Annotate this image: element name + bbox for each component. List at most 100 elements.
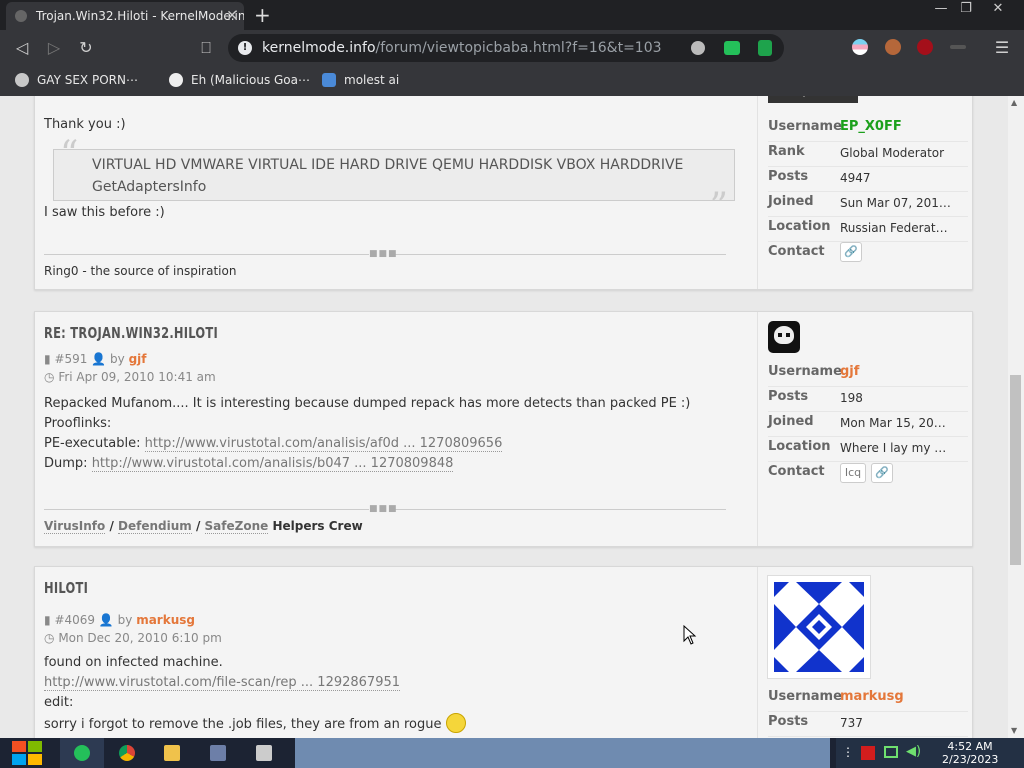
extension-grey-icon[interactable] xyxy=(950,45,966,49)
bookmarks-bar: GAY SEX PORN⋯ Eh (Malicious Goa⋯ molest … xyxy=(0,66,1024,96)
forum-post: HILOTI ▮ #4069 👤 by markusg ◷ Mon Dec 20… xyxy=(34,566,973,738)
bookmark-favicon-icon xyxy=(15,73,29,87)
forward-icon[interactable]: ▷ xyxy=(43,38,65,57)
post-date: ◷ Mon Dec 20, 2010 6:10 pm xyxy=(44,631,222,645)
post-content: found on infected machine. http://www.vi… xyxy=(44,653,466,735)
site-info-icon[interactable]: ! xyxy=(238,41,252,55)
back-icon[interactable]: ◁ xyxy=(11,38,33,57)
bookmark-favicon-icon xyxy=(322,73,336,87)
close-window-button[interactable]: ✕ xyxy=(982,0,1014,20)
username-link[interactable]: markusg xyxy=(840,689,955,704)
post-profile: Username gjf Posts 198 Joined Mon Mar 15, 2… xyxy=(757,312,968,546)
scroll-down-icon[interactable]: ▼ xyxy=(1011,726,1017,735)
scrollbar-thumb[interactable] xyxy=(1010,375,1021,565)
volume-icon[interactable]: ◀) xyxy=(906,744,921,759)
reload-icon[interactable]: ↻ xyxy=(75,38,97,57)
taskbar-app[interactable] xyxy=(60,738,104,768)
location-value: Where I lay my … xyxy=(840,441,947,455)
website-link-icon[interactable]: 🔗 xyxy=(840,242,862,262)
bookmark-icon[interactable]: ⎕ xyxy=(195,38,217,58)
quote-close-icon: ” xyxy=(709,186,728,227)
post-title-link[interactable]: HILOTI xyxy=(44,579,88,597)
menu-icon[interactable]: ☰ xyxy=(991,38,1013,57)
posts-count: 4947 xyxy=(840,171,871,185)
joined-date: Mon Mar 15, 20… xyxy=(840,416,946,430)
signature: VirusInfo / Defendium / SafeZone Helpers… xyxy=(44,519,363,534)
profile-avatar-icon[interactable] xyxy=(885,39,901,55)
quote-block: “ VIRTUAL HD VMWARE VIRTUAL IDE HARD DRI… xyxy=(53,137,735,225)
post-title-link[interactable]: RE: TROJAN.WIN32.HILOTI xyxy=(44,324,218,342)
post-date: ◷ Fri Apr 09, 2010 10:41 am xyxy=(44,370,216,384)
taskbar-app[interactable] xyxy=(242,738,286,768)
signature-divider: ■■■ xyxy=(44,505,726,514)
windows-logo-icon xyxy=(12,741,42,765)
joined-date: Sun Mar 07, 201… xyxy=(840,196,951,210)
browser-toolbar: ◁ ▷ ↻ ⎕ ! kernelmode.info/forum/viewtopi… xyxy=(0,30,1024,66)
folder-icon xyxy=(164,745,180,761)
website-link-icon[interactable]: 🔗 xyxy=(871,463,893,483)
icq-button[interactable]: Icq xyxy=(840,463,866,483)
shield-icon[interactable] xyxy=(758,40,772,56)
url-host: kernelmode.info xyxy=(262,40,376,56)
user-icon: 👤 xyxy=(98,613,114,627)
post-text: Thank you :) xyxy=(44,117,126,132)
app-icon xyxy=(256,745,272,761)
forum-page: Thank you :) “ VIRTUAL HD VMWARE VIRTUAL… xyxy=(0,96,1008,738)
taskbar-empty-area xyxy=(295,738,830,768)
virustotal-link[interactable]: http://www.virustotal.com/analisis/b047 … xyxy=(91,456,454,472)
post-id-link[interactable]: #591 xyxy=(54,352,87,366)
taskbar-chrome[interactable] xyxy=(105,738,149,768)
signature: Ring0 - the source of inspiration xyxy=(44,264,237,278)
chrome-icon xyxy=(119,745,135,761)
post-id-link[interactable]: #4069 xyxy=(54,613,95,627)
bookmark-item[interactable]: molest ai xyxy=(322,73,399,87)
close-tab-icon[interactable]: ✕ xyxy=(226,2,238,30)
tray-overflow-icon[interactable]: ⋮ xyxy=(842,745,854,759)
tab-strip: Trojan.Win32.Hiloti - KernelMode.info ✕ … xyxy=(0,0,1024,30)
location-value: Russian Federat… xyxy=(840,221,948,235)
identicon-avatar xyxy=(774,582,864,672)
extension-green-icon[interactable] xyxy=(724,41,740,55)
start-button[interactable] xyxy=(0,738,52,768)
site-favicon-icon xyxy=(15,10,27,22)
taskbar-app[interactable] xyxy=(196,738,240,768)
username-link[interactable]: gjf xyxy=(840,364,955,379)
restore-button[interactable]: ❐ xyxy=(950,0,982,20)
avatar xyxy=(767,575,871,679)
scroll-up-icon[interactable]: ▲ xyxy=(1011,98,1017,107)
tab-title: Trojan.Win32.Hiloti - KernelMode.info xyxy=(36,9,244,23)
signature-link[interactable]: VirusInfo xyxy=(44,519,106,534)
author-link[interactable]: markusg xyxy=(136,613,195,627)
forum-post: Thank you :) “ VIRTUAL HD VMWARE VIRTUAL… xyxy=(34,96,973,290)
post-text: I saw this before :) xyxy=(44,205,165,220)
signature-link[interactable]: Defendium xyxy=(118,519,192,534)
quote-text: VIRTUAL HD VMWARE VIRTUAL IDE HARD DRIVE… xyxy=(92,157,684,195)
user-icon: 👤 xyxy=(91,352,107,366)
signature-link[interactable]: SafeZone xyxy=(204,519,269,534)
virustotal-link[interactable]: http://www.virustotal.com/analisis/af0d … xyxy=(144,436,503,452)
flag-icon[interactable] xyxy=(861,746,875,760)
avatar xyxy=(768,321,800,353)
virustotal-link[interactable]: http://www.virustotal.com/file-scan/rep … xyxy=(44,675,401,691)
new-tab-button[interactable]: + xyxy=(254,2,271,28)
network-icon[interactable] xyxy=(884,746,898,758)
username-link[interactable]: EP_X0FF xyxy=(840,119,955,134)
flag-extension-icon[interactable] xyxy=(852,39,868,55)
ublock-icon[interactable] xyxy=(917,39,933,55)
posts-count: 737 xyxy=(840,716,863,730)
camera-blocked-icon[interactable] xyxy=(691,41,705,55)
browser-tab[interactable]: Trojan.Win32.Hiloti - KernelMode.info ✕ xyxy=(6,2,244,30)
forum-post: RE: TROJAN.WIN32.HILOTI ▮ #591 👤 by gjf … xyxy=(34,311,973,547)
clock-icon: ◷ xyxy=(44,370,55,384)
quote-open-icon: “ xyxy=(60,134,79,175)
url-path: /forum/viewtopicbaba.html?f=16&t=103 xyxy=(375,40,662,56)
taskbar-explorer[interactable] xyxy=(150,738,194,768)
author-link[interactable]: gjf xyxy=(129,352,147,366)
clock-icon: ◷ xyxy=(44,631,55,645)
post-bookmark-icon: ▮ xyxy=(44,352,51,366)
clock[interactable]: 4:52 AM 2/23/2023 xyxy=(942,740,998,766)
bookmark-item[interactable]: Eh (Malicious Goa⋯ xyxy=(169,73,310,87)
bookmark-item[interactable]: GAY SEX PORN⋯ xyxy=(15,73,138,87)
address-bar[interactable]: ! kernelmode.info/forum/viewtopicbaba.ht… xyxy=(228,34,784,62)
app-green-icon xyxy=(74,745,90,761)
